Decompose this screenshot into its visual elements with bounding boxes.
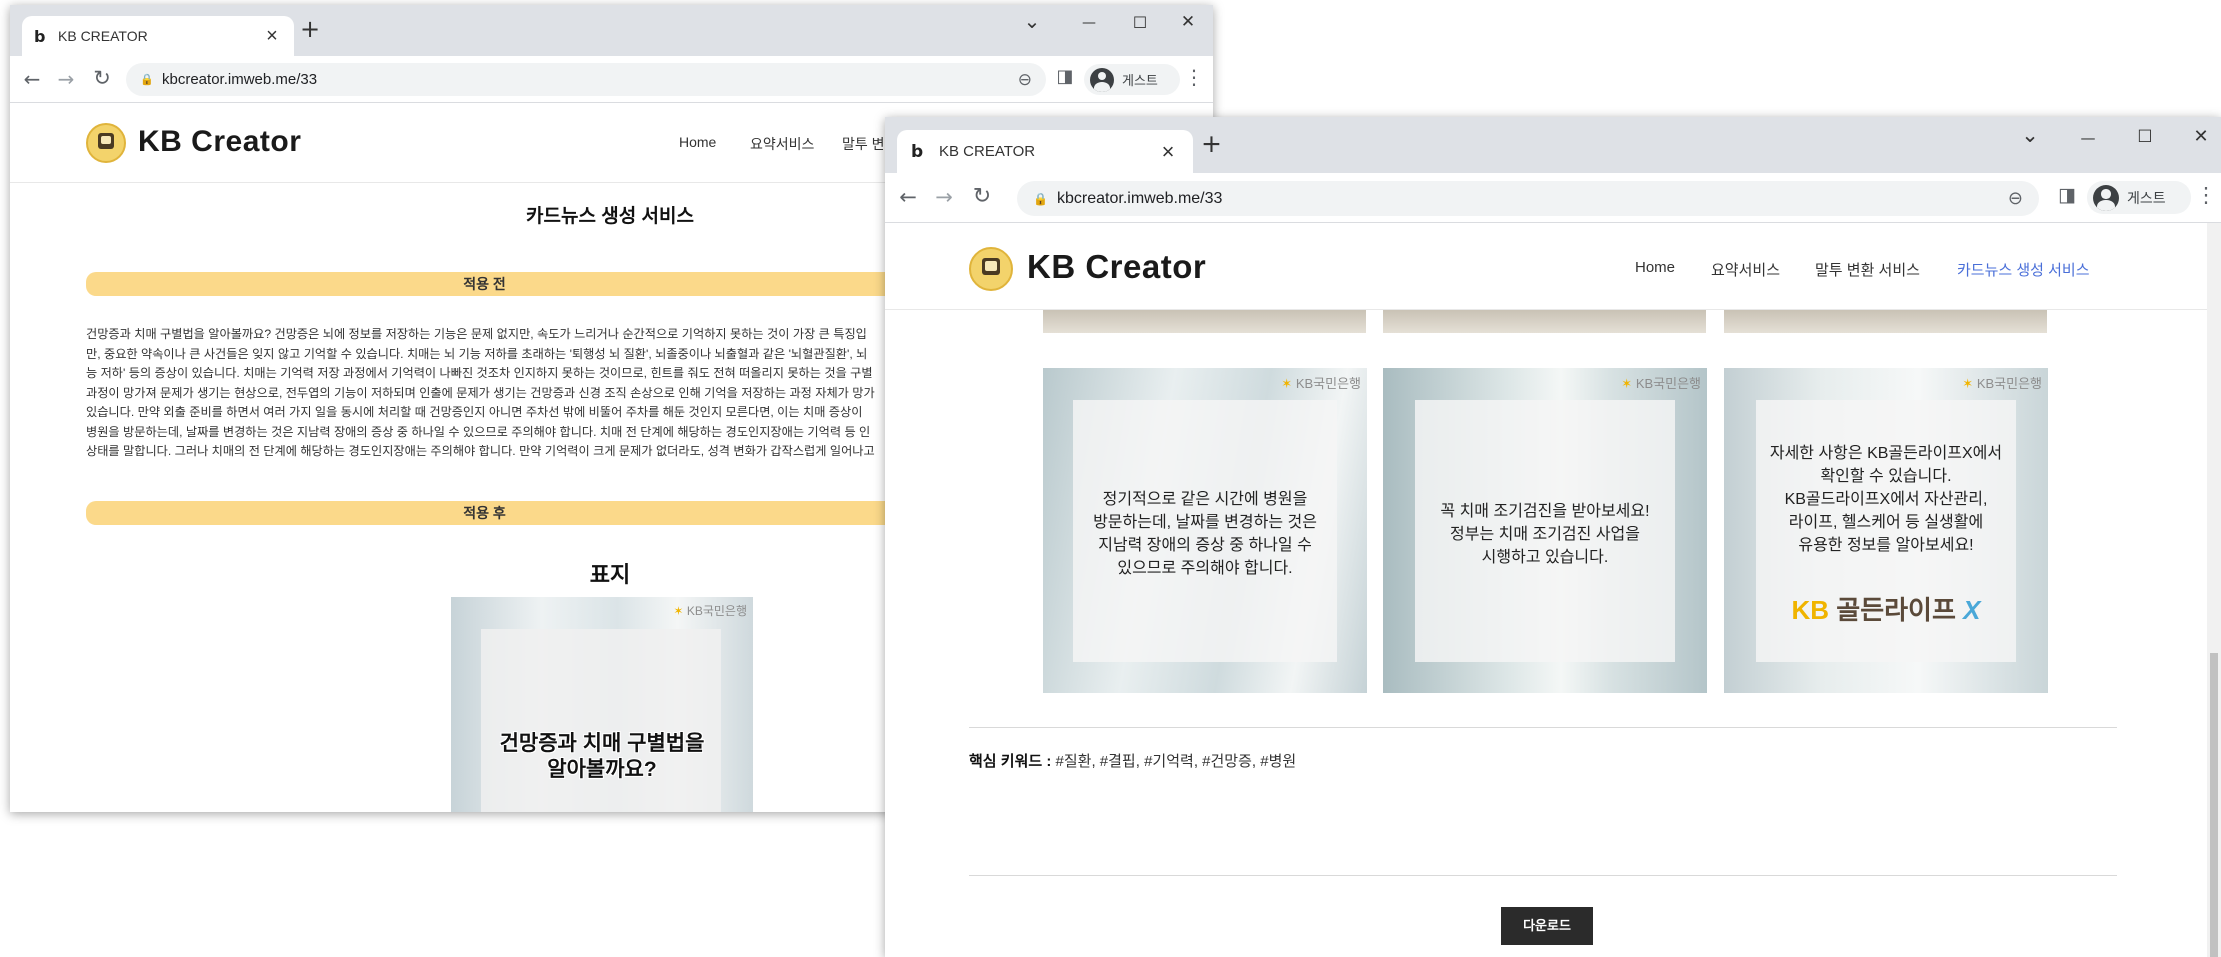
back-toolbar: ← → ↻ 🔒 kbcreator.imweb.me/33 ⊖ ◨ 게스트 ⋮ [10,56,1213,103]
front-tab-close-icon[interactable]: × [1157,139,1179,165]
card1-line: 있으므로 주의해야 합니다. [1117,560,1293,577]
front-tab-title: KB CREATOR [939,143,1036,160]
back-close-window-icon[interactable]: ✕ [1173,12,1203,32]
back-forward-icon[interactable]: → [54,67,78,91]
card-news-2: ✶ KB국민은행 꼭 치매 조기검진을 받아보세요! 정부는 치매 조기검진 사… [1383,368,1707,693]
back-profile-label: 게스트 [1122,73,1158,88]
cover-card-image: ✶ KB국민은행 건망증과 치매 구별법을 알아볼까요? [451,597,753,812]
card3-line: 자세한 사항은 KB골든라이프X에서 [1769,445,2003,462]
card1-line: 지남력 장애의 증상 중 하나일 수 [1098,537,1312,554]
back-side-panel-icon[interactable]: ◨ [1052,66,1078,87]
back-tab-close-icon[interactable]: × [262,25,282,48]
back-avatar-icon [1090,67,1114,92]
front-profile-chip[interactable]: 게스트 [2087,181,2191,214]
keywords-divider-top [969,727,2117,728]
front-tab[interactable]: b KB CREATOR × [897,130,1193,173]
card-news-1: ✶ KB국민은행 정기적으로 같은 시간에 병원을 방문하는데, 날짜를 변경하… [1043,368,1367,693]
front-menu-icon[interactable]: ⋮ [2195,183,2217,207]
card-news-3: ✶ KB국민은행 자세한 사항은 KB골든라이프X에서 확인할 수 있습니다. … [1724,368,2048,693]
keywords-value: #질환, #결핍, #기억력, #건망증, #병원 [1055,753,1297,770]
front-maximize-icon[interactable]: ☐ [2130,127,2160,147]
back-tab-favicon: b [34,26,46,46]
front-nav-cardnews[interactable]: 카드뉴스 생성 서비스 [1957,259,2090,280]
front-lock-icon: 🔒 [1033,191,1048,206]
back-back-icon[interactable]: ← [20,67,44,91]
prev-row-image-3 [1724,310,2047,333]
back-logo-text[interactable]: KB Creator [138,125,301,159]
front-scrollbar[interactable] [2207,223,2221,957]
front-close-window-icon[interactable]: ✕ [2186,126,2216,147]
keywords-divider-bottom [969,875,2117,876]
front-minimize-icon[interactable]: — [2073,129,2103,147]
cover-text-line2: 알아볼까요? [547,758,657,781]
back-tab[interactable]: b KB CREATOR × [22,16,294,56]
card3-line: 라이프, 헬스케어 등 실생활에 [1788,514,1984,531]
card2-line: 정부는 치매 조기검진 사업을 [1450,526,1640,543]
front-avatar-icon [2093,184,2119,211]
card3-kb-mark: ✶ KB국민은행 [1962,376,2042,391]
back-menu-icon[interactable]: ⋮ [1182,65,1206,89]
card2-line: 꼭 치매 조기검진을 받아보세요! [1440,503,1650,520]
back-nav-summary[interactable]: 요약서비스 [750,134,814,154]
front-back-icon[interactable]: ← [895,185,921,209]
front-new-tab-icon[interactable]: + [1201,129,1222,158]
card1-line: 방문하는데, 날짜를 변경하는 것은 [1093,514,1317,531]
download-button[interactable]: 다운로드 [1501,907,1593,945]
front-url-text: kbcreator.imweb.me/33 [1057,189,1223,207]
prev-row-image-2 [1383,310,1706,333]
card2-text: 꼭 치매 조기검진을 받아보세요! 정부는 치매 조기검진 사업을 시행하고 있… [1383,500,1707,569]
card3-line: 확인할 수 있습니다. [1820,468,1952,485]
cover-heading: 표지 [589,562,631,587]
front-forward-icon[interactable]: → [931,185,957,209]
front-address-bar[interactable]: 🔒 kbcreator.imweb.me/33 ⊖ [1017,181,2039,216]
front-tab-strip: b KB CREATOR × + ⌄ — ☐ ✕ [885,117,2221,173]
back-tab-title: KB CREATOR [58,28,148,44]
back-tab-strip: b KB CREATOR × + ⌄ — ☐ ✕ [10,5,1213,56]
front-logo-badge[interactable] [969,247,1013,291]
front-site-header: KB Creator Home 요약서비스 말투 변환 서비스 카드뉴스 생성 … [885,223,2221,310]
card2-line: 시행하고 있습니다. [1481,549,1609,566]
front-logo-text[interactable]: KB Creator [1027,248,1206,286]
front-nav-home[interactable]: Home [1635,259,1675,276]
card1-line: 정기적으로 같은 시간에 병원을 [1102,491,1308,508]
back-page-title: 카드뉴스 생성 서비스 [526,206,694,227]
back-maximize-icon[interactable]: ☐ [1125,13,1155,32]
card2-kb-mark: ✶ KB국민은행 [1621,376,1701,391]
cover-kb-mark: ✶ KB국민은행 [673,604,747,618]
back-tab-search-icon[interactable]: ⌄ [1017,9,1047,33]
back-nav-home[interactable]: Home [679,134,716,150]
back-lock-icon: 🔒 [140,74,154,86]
golden-life-logo: KB 골든라이프 X [1791,595,1981,625]
back-minimize-icon[interactable]: — [1074,15,1104,31]
back-address-bar[interactable]: 🔒 kbcreator.imweb.me/33 ⊖ [126,63,1046,96]
front-nav-tone[interactable]: 말투 변환 서비스 [1815,259,1920,280]
card3-line: 유용한 정보를 알아보세요! [1798,537,1974,554]
front-toolbar: ← → ↻ 🔒 kbcreator.imweb.me/33 ⊖ ◨ 게스트 ⋮ [885,173,2221,223]
card1-kb-mark: ✶ KB국민은행 [1281,376,1361,391]
card1-text: 정기적으로 같은 시간에 병원을 방문하는데, 날짜를 변경하는 것은 지남력 … [1043,488,1367,580]
back-profile-chip[interactable]: 게스트 [1084,64,1180,95]
back-logo-badge[interactable] [86,123,126,163]
front-zoom-icon[interactable]: ⊖ [2008,188,2023,209]
front-tab-search-icon[interactable]: ⌄ [2015,123,2045,147]
front-profile-label: 게스트 [2127,189,2166,206]
card3-text: 자세한 사항은 KB골든라이프X에서 확인할 수 있습니다. KB골드라이프X에… [1724,442,2048,557]
back-reload-icon[interactable]: ↻ [90,66,114,90]
keywords-label: 핵심 키워드 : [969,753,1052,770]
front-side-panel-icon[interactable]: ◨ [2053,184,2081,206]
front-tab-favicon: b [911,141,924,162]
prev-row-image-1 [1043,310,1366,333]
back-new-tab-icon[interactable]: + [300,15,320,43]
back-url-text: kbcreator.imweb.me/33 [162,71,318,88]
keywords-line: 핵심 키워드 : #질환, #결핍, #기억력, #건망증, #병원 [969,750,1296,771]
card3-line: KB골드라이프X에서 자산관리, [1784,491,1988,508]
front-browser-window: b KB CREATOR × + ⌄ — ☐ ✕ ← → ↻ 🔒 kbcreat… [885,117,2221,957]
front-reload-icon[interactable]: ↻ [969,184,995,209]
back-zoom-icon[interactable]: ⊖ [1018,70,1032,90]
front-scrollbar-thumb[interactable] [2210,653,2218,957]
front-nav-summary[interactable]: 요약서비스 [1711,259,1780,280]
